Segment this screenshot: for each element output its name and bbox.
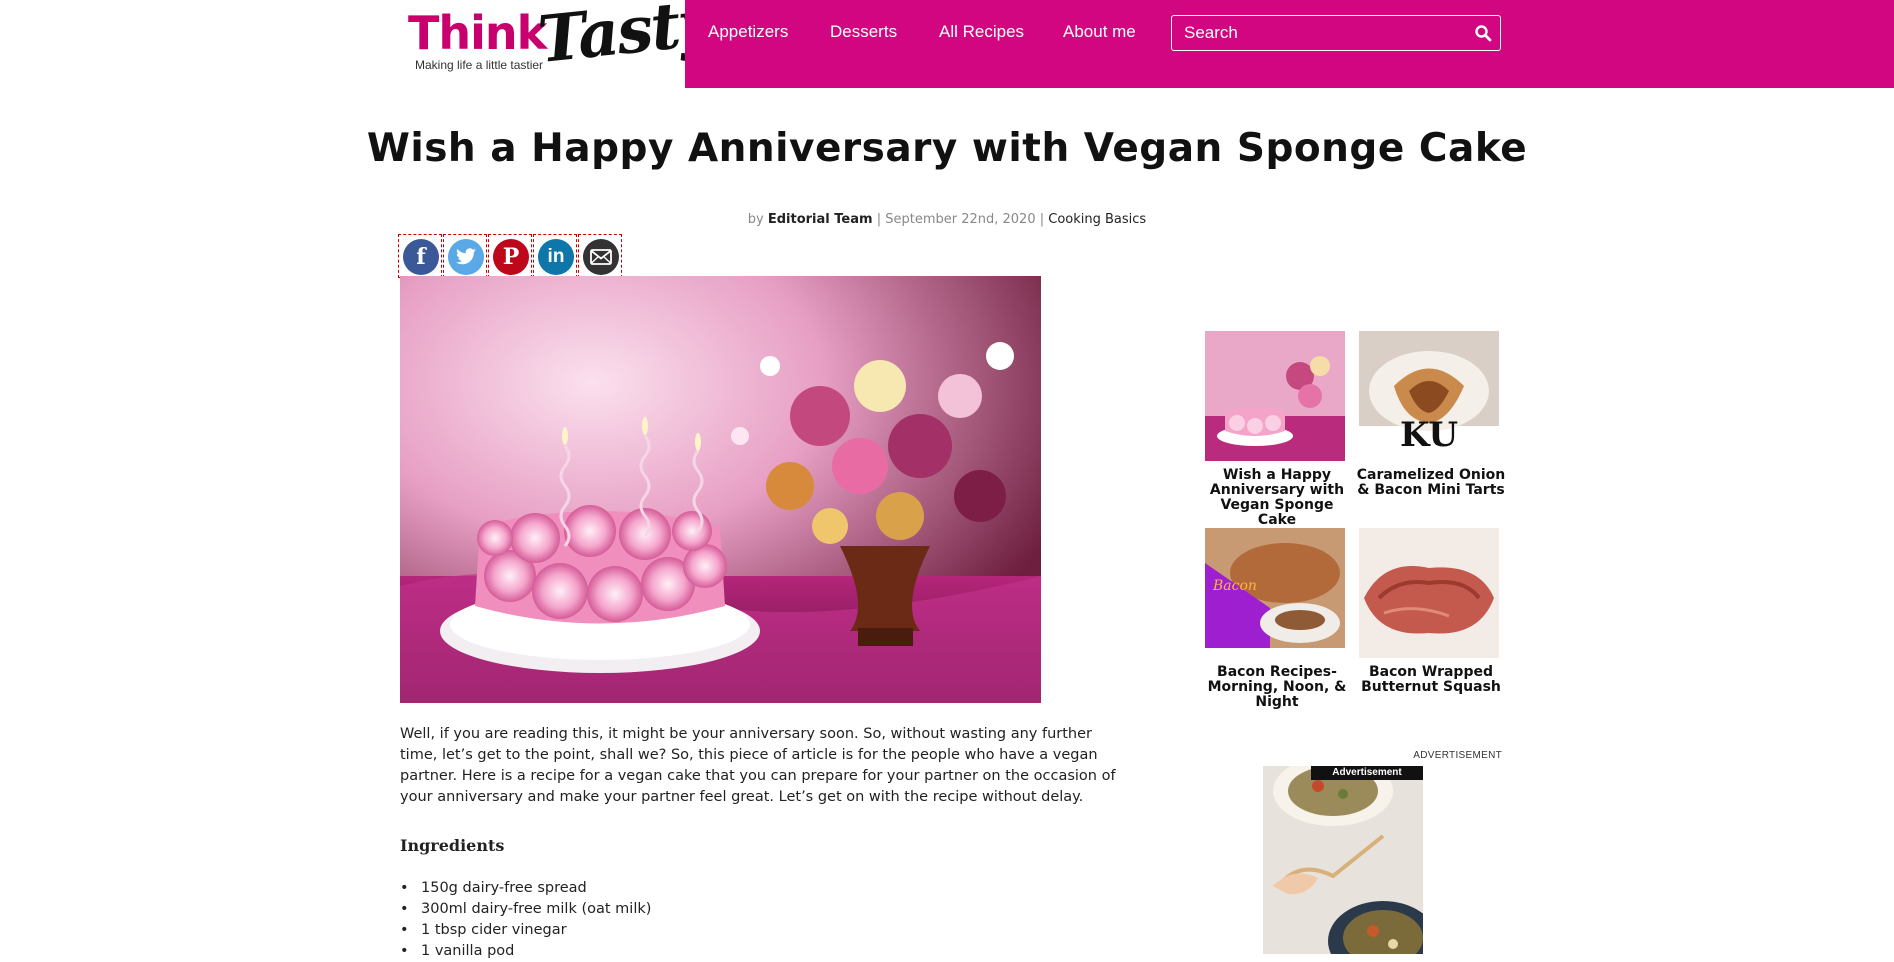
list-item: 1 tbsp cider vinegar: [400, 920, 651, 941]
pinterest-share-button[interactable]: P: [488, 234, 532, 278]
site-logo[interactable]: Think Tasty Making life a little tastier: [400, 0, 717, 88]
nav-all-recipes[interactable]: All Recipes: [939, 22, 1024, 42]
nav-desserts[interactable]: Desserts: [830, 22, 897, 42]
related-post-title: Bacon Wrapped Butternut Squash: [1361, 664, 1501, 695]
share-buttons: f P in: [398, 234, 623, 280]
list-item: 1 vanilla pod: [400, 941, 651, 962]
thumb-overlay-text: Bacon: [1212, 578, 1257, 594]
email-icon: [583, 239, 619, 275]
logo-tagline: Making life a little tastier: [415, 58, 544, 72]
hero-image-cake: [400, 276, 1041, 703]
list-item: 150g dairy-free spread: [400, 878, 651, 899]
article-title: Wish a Happy Anniversary with Vegan Spon…: [366, 126, 1528, 171]
related-post-thumbnail: KU: [1359, 331, 1499, 461]
related-post-bacon-recipes[interactable]: Bacon Bacon Recipes- Morning, Noon, & Ni…: [1202, 528, 1352, 710]
byline-prefix: by: [747, 212, 764, 227]
ad-tag: Advertisement: [1311, 766, 1423, 780]
thumb-overlay-text: KU: [1400, 415, 1458, 455]
related-post-thumbnail: [1359, 528, 1499, 658]
pinterest-icon: P: [493, 239, 529, 275]
related-post-title: Wish a Happy Anniversary with Vegan Spon…: [1209, 467, 1345, 528]
related-post-thumbnail: [1205, 331, 1345, 461]
nav-about-me[interactable]: About me: [1063, 22, 1136, 42]
email-share-button[interactable]: [578, 234, 622, 278]
facebook-icon: f: [403, 239, 439, 275]
linkedin-share-button[interactable]: in: [533, 234, 577, 278]
related-post-title: Bacon Recipes- Morning, Noon, & Night: [1207, 664, 1347, 710]
publish-date: September 22nd, 2020: [885, 212, 1036, 227]
nav-appetizers[interactable]: Appetizers: [708, 22, 788, 42]
byline-separator: |: [1039, 212, 1045, 227]
article-byline: by Editorial Team | September 22nd, 2020…: [0, 212, 1894, 227]
twitter-share-button[interactable]: [443, 234, 487, 278]
search-input[interactable]: [1172, 16, 1462, 50]
related-post-vegan-sponge-cake[interactable]: Wish a Happy Anniversary with Vegan Spon…: [1202, 331, 1352, 528]
facebook-share-button[interactable]: f: [398, 234, 442, 278]
related-post-onion-bacon-tarts[interactable]: KU Caramelized Onion & Bacon Mini Tarts: [1356, 331, 1506, 498]
related-post-thumbnail: Bacon: [1205, 528, 1345, 658]
main-nav: Appetizers Desserts All Recipes About me: [685, 0, 1894, 88]
category-link[interactable]: Cooking Basics: [1048, 212, 1146, 227]
twitter-icon: [448, 239, 484, 275]
search-form: [1171, 15, 1501, 51]
article-intro: Well, if you are reading this, it might …: [400, 726, 1116, 805]
byline-separator: |: [876, 212, 882, 227]
advertisement-banner[interactable]: Advertisement: [1263, 766, 1423, 954]
logo-think-text: Think: [408, 6, 547, 60]
advertisement-label: ADVERTISEMENT: [1413, 750, 1502, 761]
linkedin-icon: in: [538, 239, 574, 275]
ingredients-heading: Ingredients: [400, 836, 505, 855]
ingredients-list: 150g dairy-free spread 300ml dairy-free …: [400, 878, 651, 962]
search-icon[interactable]: [1474, 24, 1492, 42]
related-post-bacon-butternut-squash[interactable]: Bacon Wrapped Butternut Squash: [1356, 528, 1506, 695]
related-post-title: Caramelized Onion & Bacon Mini Tarts: [1356, 467, 1506, 498]
list-item: 300ml dairy-free milk (oat milk): [400, 899, 651, 920]
author-link[interactable]: Editorial Team: [768, 212, 873, 227]
